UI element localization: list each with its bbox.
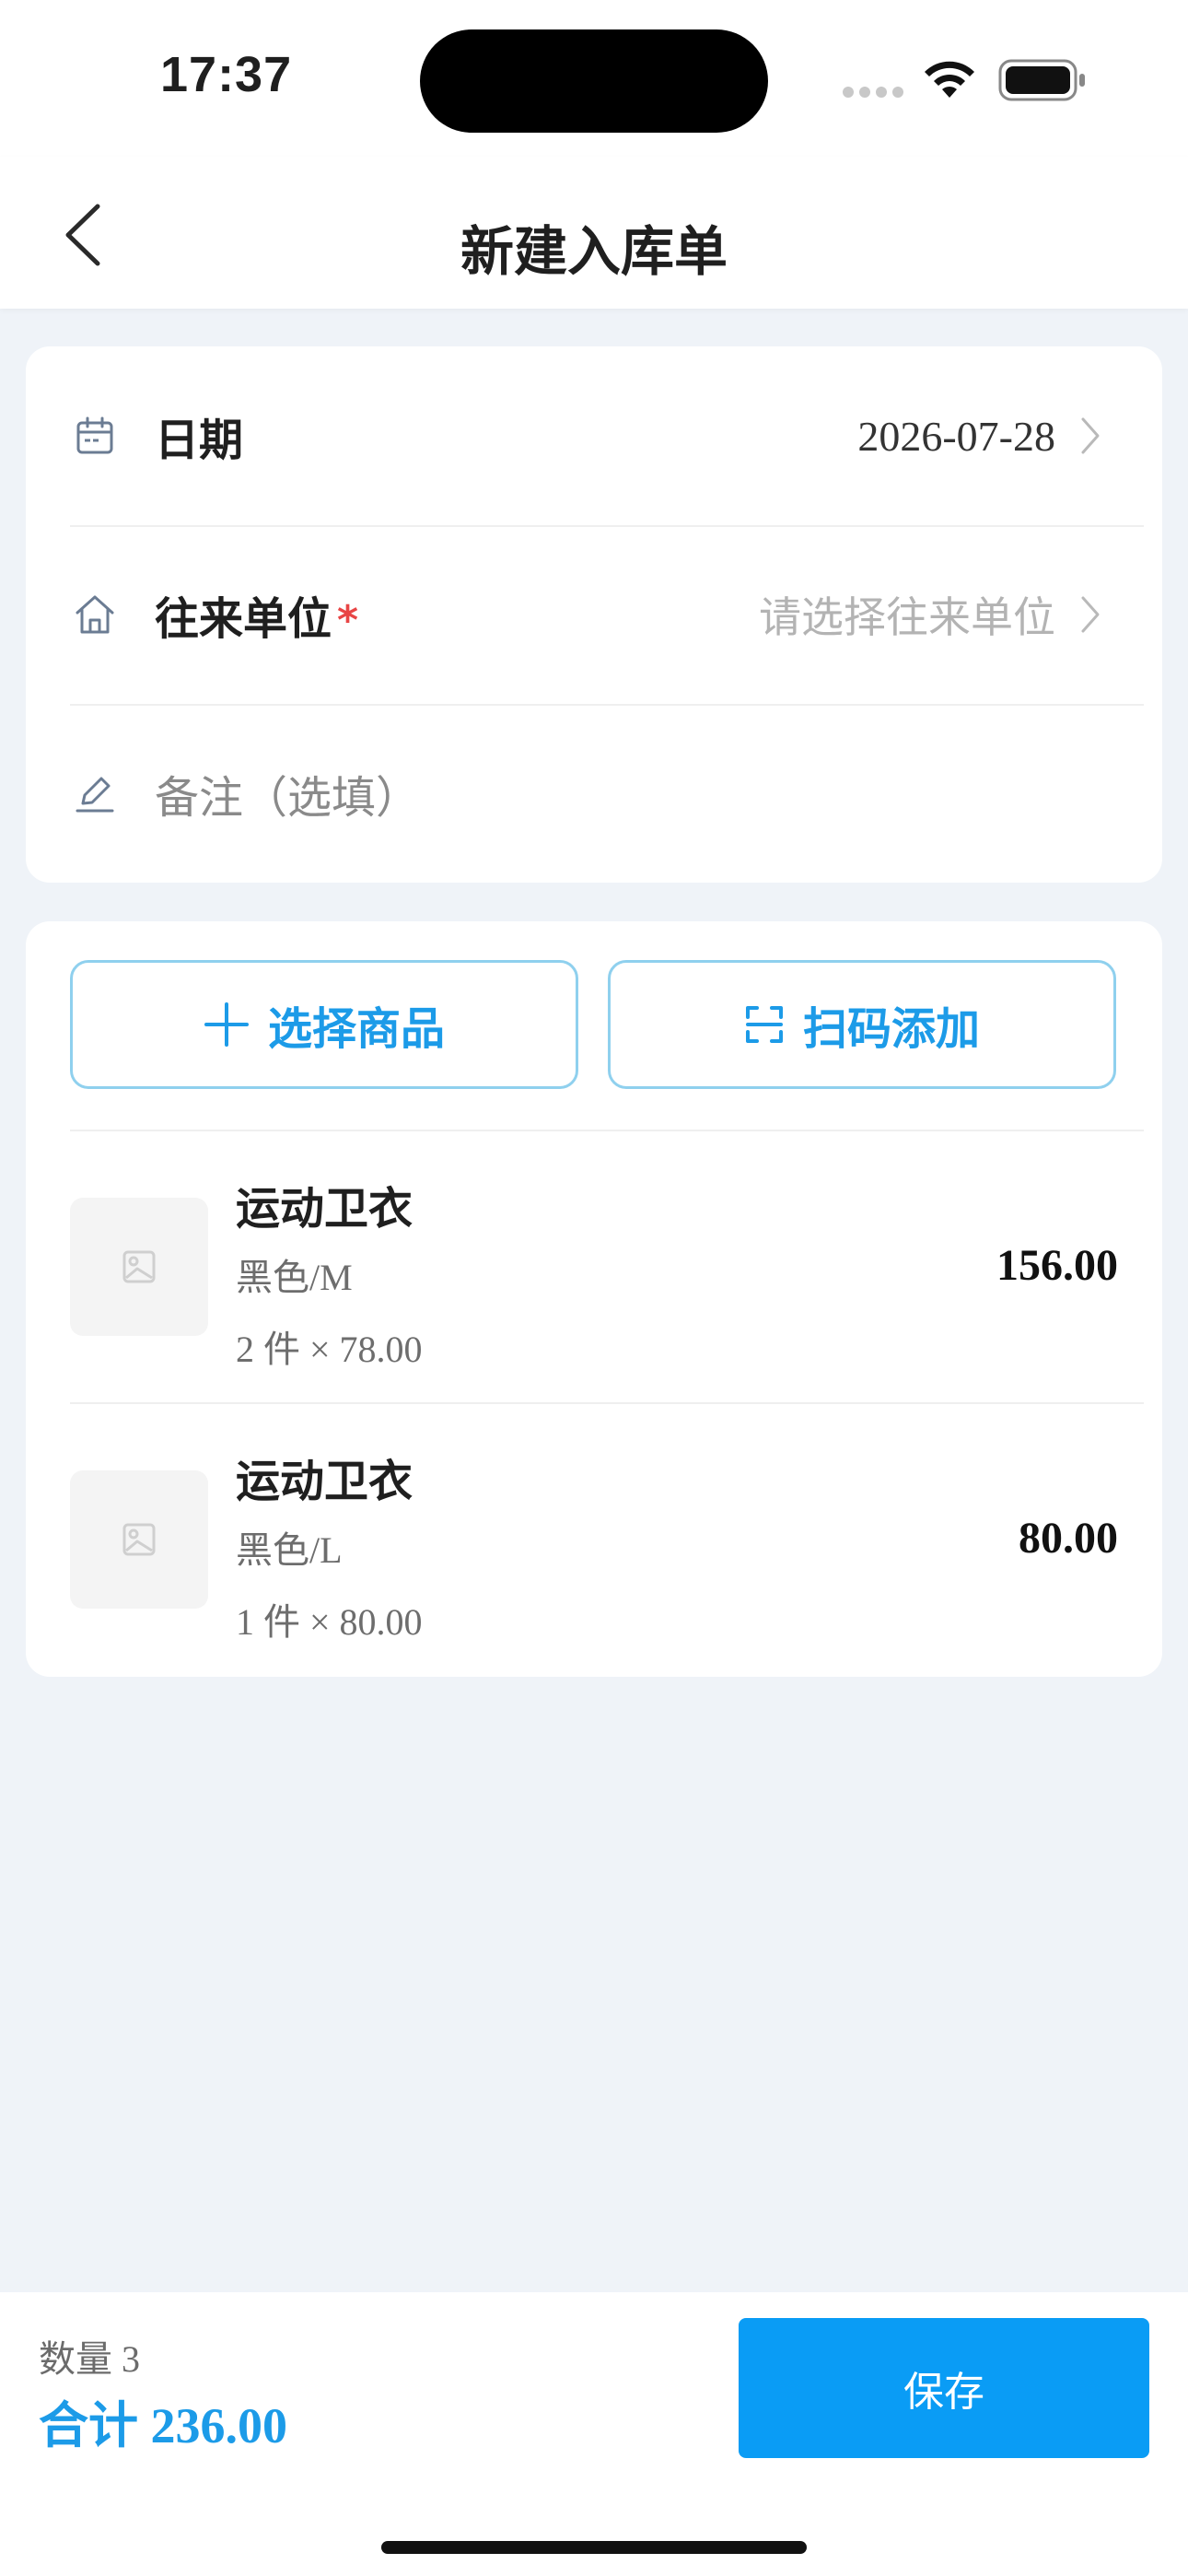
battery-icon	[998, 59, 1085, 101]
partner-row[interactable]: 往来单位 * 请选择往来单位	[26, 525, 1162, 704]
remark-input[interactable]: 备注（选填）	[155, 761, 420, 825]
calendar-icon	[72, 413, 118, 459]
nav-bar: 新建入库单	[0, 157, 1188, 309]
chevron-right-icon	[1074, 591, 1107, 638]
goods-card: 选择商品 扫码添加 运动卫衣 黑色/M 2 件 × 78.00 156.00 运…	[26, 921, 1162, 1677]
save-button[interactable]: 保存	[739, 2318, 1149, 2458]
item-amount: 80.00	[1019, 1514, 1118, 1563]
product-thumbnail	[70, 1198, 208, 1336]
date-value: 2026-07-28	[857, 412, 1055, 460]
plus-icon	[204, 1002, 249, 1047]
partner-placeholder: 请选择往来单位	[759, 592, 1055, 642]
signal-icon	[843, 87, 903, 98]
date-row[interactable]: 日期 2026-07-28	[26, 346, 1162, 525]
scan-add-button[interactable]: 扫码添加	[608, 960, 1116, 1089]
total-amount: 合计 236.00	[39, 2398, 287, 2453]
pencil-icon	[72, 770, 118, 816]
partner-label-text: 往来单位	[155, 593, 332, 645]
date-label: 日期	[155, 415, 244, 466]
chevron-right-icon	[1074, 413, 1107, 459]
item-spec: 黑色/M	[236, 1257, 353, 1298]
page-title: 新建入库单	[460, 220, 728, 283]
item-name: 运动卫衣	[236, 1183, 413, 1235]
scan-add-label: 扫码添加	[802, 1003, 980, 1055]
status-bar: 17:37	[0, 0, 1188, 157]
item-amount: 156.00	[996, 1241, 1118, 1290]
select-goods-button[interactable]: 选择商品	[70, 960, 578, 1089]
list-item[interactable]: 运动卫衣 黑色/L 1 件 × 80.00 80.00	[26, 1404, 1162, 1677]
total-count: 数量 3	[39, 2338, 140, 2380]
item-qty-price: 1 件 × 80.00	[236, 1601, 423, 1643]
remark-row[interactable]: 备注（选填）	[26, 704, 1162, 883]
bottom-bar: 数量 3 合计 236.00 保存	[0, 2292, 1188, 2576]
item-name: 运动卫衣	[236, 1456, 413, 1507]
image-placeholder-icon	[122, 1523, 156, 1556]
item-qty-price: 2 件 × 78.00	[236, 1329, 423, 1370]
scan-icon	[745, 1006, 783, 1043]
status-time: 17:37	[160, 47, 293, 102]
partner-label: 往来单位 *	[155, 582, 358, 647]
list-item[interactable]: 运动卫衣 黑色/M 2 件 × 78.00 156.00	[26, 1131, 1162, 1404]
home-icon	[72, 591, 118, 638]
select-goods-label: 选择商品	[267, 1003, 445, 1055]
image-placeholder-icon	[122, 1250, 156, 1283]
form-card: 日期 2026-07-28 往来单位 * 请选择往来单位 备注（选填）	[26, 346, 1162, 883]
required-mark: *	[337, 597, 359, 644]
dynamic-island	[420, 29, 768, 133]
home-indicator	[381, 2541, 807, 2554]
wifi-icon	[925, 61, 974, 98]
product-thumbnail	[70, 1470, 208, 1609]
item-spec: 黑色/L	[236, 1529, 343, 1571]
